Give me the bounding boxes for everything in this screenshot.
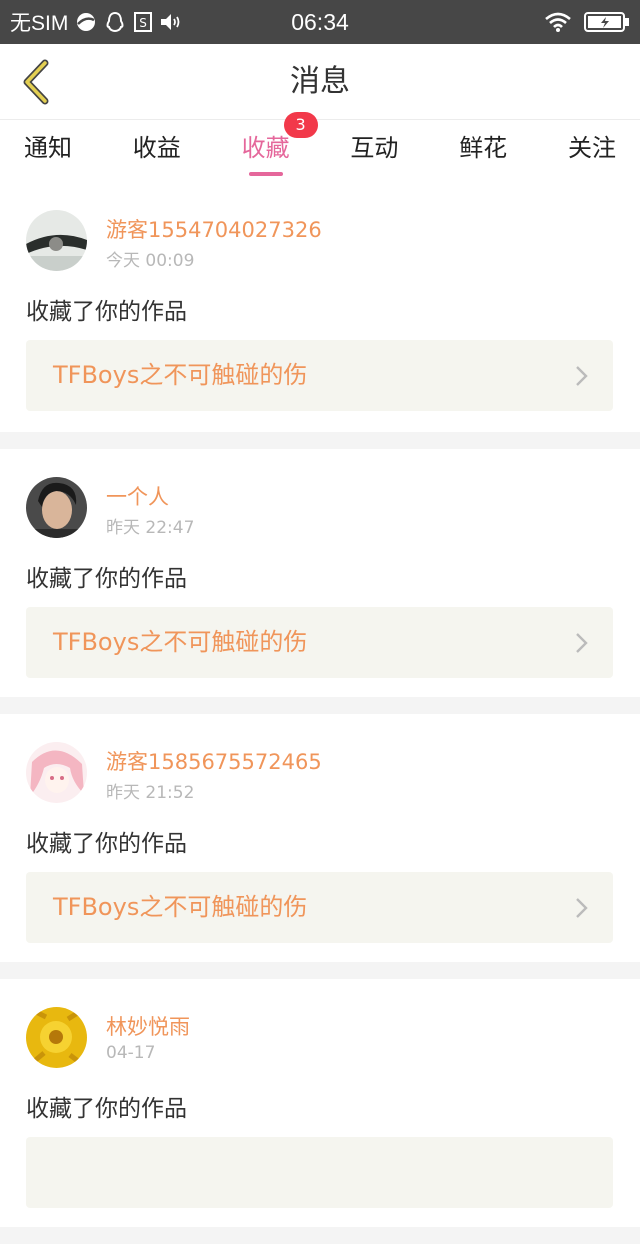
action-text: 收藏了你的作品	[26, 299, 187, 325]
unread-badge: 3	[283, 112, 318, 138]
avatar[interactable]	[26, 210, 87, 271]
timestamp: 今天 00:09	[106, 251, 195, 271]
work-title: TFBoys之不可触碰的伤	[53, 628, 308, 656]
work-link[interactable]	[26, 1137, 613, 1208]
nav-bar: 消息	[0, 44, 640, 120]
back-button[interactable]	[14, 58, 58, 106]
chevron-right-icon	[576, 633, 588, 653]
browser-icon	[76, 12, 96, 32]
page-title: 消息	[290, 64, 350, 99]
work-link[interactable]: TFBoys之不可触碰的伤	[26, 340, 613, 411]
timestamp: 04-17	[106, 1043, 156, 1063]
tab-label: 鲜花	[459, 134, 508, 162]
notification-card: 游客1554704027326 今天 00:09 收藏了你的作品 TFBoys之…	[0, 182, 640, 432]
tab-label: 通知	[24, 134, 72, 162]
notification-card: 林妙悦雨 04-17 收藏了你的作品	[0, 979, 640, 1227]
tab-favorites[interactable]: 收藏 3	[241, 112, 318, 182]
tab-flowers[interactable]: 鲜花	[459, 120, 507, 182]
action-text: 收藏了你的作品	[26, 831, 187, 857]
active-tab-indicator	[248, 172, 283, 176]
volume-icon	[160, 13, 182, 31]
chevron-left-icon	[23, 59, 49, 105]
tab-label: 收益	[132, 134, 181, 162]
timestamp: 昨天 21:52	[106, 783, 195, 803]
tab-notifications[interactable]: 通知	[24, 120, 72, 182]
username[interactable]: 游客1585675572465	[106, 746, 322, 776]
action-text: 收藏了你的作品	[26, 566, 187, 592]
username[interactable]: 林妙悦雨	[106, 1011, 190, 1041]
carrier-label: 无SIM	[10, 12, 69, 35]
svg-text:S: S	[140, 16, 148, 30]
chevron-right-icon	[576, 898, 588, 918]
notification-list: 游客1554704027326 今天 00:09 收藏了你的作品 TFBoys之…	[0, 182, 640, 1244]
work-title: TFBoys之不可触碰的伤	[53, 893, 308, 921]
avatar[interactable]	[26, 1007, 87, 1068]
tab-bar: 通知 收益 收藏 3 互动 鲜花 关注	[0, 112, 640, 182]
tab-earnings[interactable]: 收益	[133, 120, 181, 182]
tab-interactions[interactable]: 互动	[350, 120, 398, 182]
tab-following[interactable]: 关注	[568, 120, 616, 182]
work-title: TFBoys之不可触碰的伤	[53, 361, 308, 389]
battery-icon	[584, 11, 630, 33]
work-link[interactable]: TFBoys之不可触碰的伤	[26, 607, 613, 678]
chevron-right-icon	[576, 366, 588, 386]
avatar[interactable]	[26, 742, 87, 803]
username[interactable]: 一个人	[106, 481, 169, 511]
avatar[interactable]	[26, 477, 87, 538]
notification-card: 游客1585675572465 昨天 21:52 收藏了你的作品 TFBoys之…	[0, 714, 640, 962]
tab-label: 收藏	[241, 134, 290, 162]
action-text: 收藏了你的作品	[26, 1096, 187, 1122]
work-link[interactable]: TFBoys之不可触碰的伤	[26, 872, 613, 943]
notification-card: 一个人 昨天 22:47 收藏了你的作品 TFBoys之不可触碰的伤	[0, 449, 640, 697]
status-bar: 无SIM S 06:34	[0, 0, 640, 44]
tab-label: 关注	[567, 134, 616, 162]
qq-icon	[104, 11, 126, 33]
wifi-icon	[544, 11, 572, 33]
s-app-icon: S	[134, 12, 153, 32]
timestamp: 昨天 22:47	[106, 518, 195, 538]
username[interactable]: 游客1554704027326	[106, 214, 322, 244]
tab-label: 互动	[350, 134, 399, 162]
